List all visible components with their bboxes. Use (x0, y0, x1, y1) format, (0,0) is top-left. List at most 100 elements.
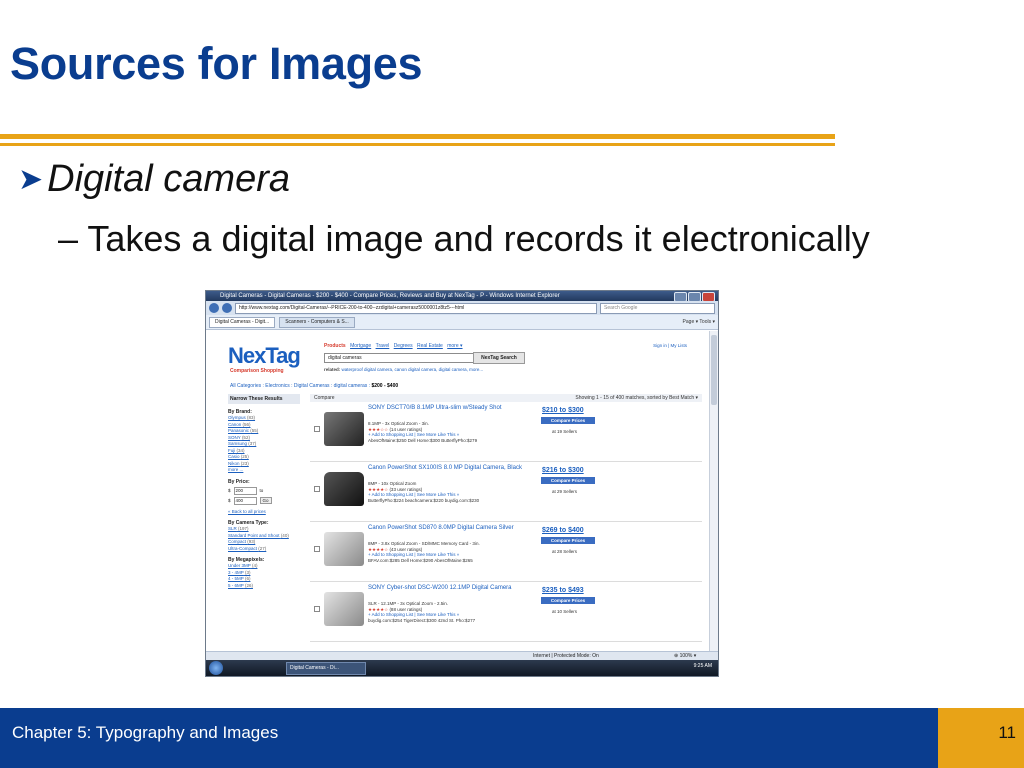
product-nav: Products Mortgage Travel Degrees Real Es… (324, 343, 463, 349)
product-title-link[interactable]: SONY Cyber-shot DSC-W200 12.1MP Digital … (368, 585, 528, 592)
related-label: related: (324, 367, 341, 372)
price-filter-header: By Price: (228, 478, 250, 485)
tab-digital-cameras[interactable]: Digital Cameras - Digit... (209, 316, 276, 328)
back-icon[interactable] (209, 303, 219, 313)
camera-thumbnail[interactable] (324, 592, 364, 626)
vertical-scrollbar[interactable] (709, 331, 718, 651)
result-row: Canon PowerShot SX100IS 8.0 MP Digital C… (310, 462, 702, 522)
tab-bar: Digital Cameras - Digit... Scanners - Co… (206, 315, 718, 330)
nav-link-degrees[interactable]: Degrees (394, 343, 413, 349)
seller-count: at 19 Sellers (552, 429, 578, 434)
close-icon[interactable] (702, 292, 715, 301)
store-prices: BFAV.com:$285 Dell Home:$290 AbesOfMaine… (368, 557, 473, 563)
filter-header: Narrow These Results (228, 394, 300, 404)
related-searches: related: waterproof digital camera, cano… (324, 367, 483, 372)
results-count: Showing 1 - 15 of 400 matches, sorted by… (575, 395, 698, 401)
nav-link-mortgage[interactable]: Mortgage (350, 343, 371, 349)
megapixel-link[interactable]: 5 - 6MP (26) (228, 583, 300, 590)
price-range-link[interactable]: $210 to $300 (542, 407, 584, 414)
windows-taskbar: Digital Cameras - Di... 9:25 AM (206, 660, 718, 676)
filter-sidebar: Narrow These Results By Brand: Olympus (… (228, 394, 300, 644)
go-button[interactable]: Go (259, 497, 272, 504)
breadcrumb-links[interactable]: All Categories : Electronics : Digital C… (230, 383, 370, 389)
brand-more-link[interactable]: more ... (228, 467, 300, 474)
logo-tagline: Comparison Shopping (230, 368, 284, 374)
price-to-input[interactable]: 400 (233, 496, 257, 505)
tab-scanners[interactable]: Scanners - Computers & S... (279, 316, 355, 328)
store-prices: AbesOfMaine:$250 Dell Home:$300 Butterfl… (368, 437, 478, 443)
breadcrumb: All Categories : Electronics : Digital C… (230, 383, 398, 389)
rating-stars-icon: ★★★★☆ (368, 486, 389, 492)
compare-checkbox[interactable] (314, 546, 320, 552)
compare-prices-button[interactable]: Compare Prices (541, 537, 595, 544)
price-from-row: $ 200 to (228, 486, 264, 495)
product-title-link[interactable]: Canon PowerShot SX100IS 8.0 MP Digital C… (368, 465, 528, 472)
store-prices: buydig.com:$254 TigerDirect:$300 42nd St… (368, 617, 476, 623)
nav-link-more[interactable]: more ▾ (447, 343, 462, 349)
title-divider-thin (0, 143, 835, 146)
compare-checkbox[interactable] (314, 486, 320, 492)
result-row: Canon PowerShot SD870 8.0MP Digital Came… (310, 522, 702, 582)
rating-stars-icon: ★★★★☆ (368, 606, 389, 612)
camera-thumbnail[interactable] (324, 472, 364, 506)
arrow-bullet-icon: ➤ (18, 163, 44, 196)
signin-link[interactable]: Sign in | My Lists (653, 343, 687, 348)
minimize-icon[interactable] (674, 292, 687, 301)
store-prices: ButterflyPho:$224 beachcamera:$220 buydi… (368, 497, 480, 503)
results-toolbar: Compare Showing 1 - 15 of 400 matches, s… (310, 394, 702, 402)
bullet-level-2: – Takes a digital image and records it e… (58, 218, 870, 259)
compare-checkbox[interactable] (314, 606, 320, 612)
price-to-row: $ 400 Go (228, 496, 300, 505)
result-row: SONY DSCT70/B 8.1MP Ultra-slim w/Steady … (310, 402, 702, 462)
product-details: 8.1MP - 3x Optical Zoom - 3in. ★★★☆☆ (14… (368, 421, 528, 443)
search-input[interactable]: Search Google (600, 302, 715, 314)
compare-prices-button[interactable]: Compare Prices (541, 417, 595, 424)
seller-count: at 10 Sellers (552, 609, 578, 614)
camera-thumbnail[interactable] (324, 412, 364, 446)
product-search-input[interactable]: digital cameras (324, 353, 474, 363)
compare-prices-button[interactable]: Compare Prices (541, 477, 595, 484)
footer-chapter: Chapter 5: Typography and Images (12, 723, 279, 742)
address-bar: http://www.nextag.com/Digital-Cameras/--… (206, 301, 718, 315)
result-row: SONY Cyber-shot DSC-W200 12.1MP Digital … (310, 582, 702, 642)
results-list: Compare Showing 1 - 15 of 400 matches, s… (310, 394, 702, 642)
product-details: 8MP - 10x Optical Zoom ★★★★☆ (33 user ra… (368, 481, 528, 503)
system-clock: 9:25 AM (693, 663, 712, 669)
title-divider-thick (0, 134, 835, 139)
products-label: Products (324, 343, 346, 349)
taskbar-item-ie[interactable]: Digital Cameras - Di... (286, 662, 366, 675)
bullet-text: Digital camera (47, 158, 291, 200)
product-title-link[interactable]: Canon PowerShot SD870 8.0MP Digital Came… (368, 525, 528, 532)
price-range-link[interactable]: $269 to $400 (542, 527, 584, 534)
product-details: 8MP - 3.8x Optical Zoom - SD/MMC Memory … (368, 541, 528, 563)
nav-link-real-estate[interactable]: Real Estate (417, 343, 443, 349)
related-links[interactable]: waterproof digital camera, canon digital… (342, 367, 484, 372)
maximize-icon[interactable] (688, 292, 701, 301)
type-link[interactable]: Ultra-Compact (27) (228, 546, 300, 553)
compare-prices-button[interactable]: Compare Prices (541, 597, 595, 604)
product-details: SLR - 12.1MP - 3x Optical Zoom - 2.5in. … (368, 601, 528, 623)
price-range-link[interactable]: $216 to $300 (542, 467, 584, 474)
url-field[interactable]: http://www.nextag.com/Digital-Cameras/--… (235, 302, 597, 314)
nextag-logo[interactable]: NexTag (228, 343, 301, 369)
price-range-link[interactable]: $235 to $493 (542, 587, 584, 594)
scrollbar-thumb[interactable] (711, 335, 717, 405)
camera-thumbnail[interactable] (324, 532, 364, 566)
start-button-icon[interactable] (209, 661, 223, 675)
compare-checkbox[interactable] (314, 426, 320, 432)
nav-link-travel[interactable]: Travel (376, 343, 390, 349)
breadcrumb-current: $200 - $400 (371, 383, 399, 389)
forward-icon[interactable] (222, 303, 232, 313)
toolbar-menus[interactable]: Page ▾ Tools ▾ (683, 319, 715, 325)
product-title-link[interactable]: SONY DSCT70/B 8.1MP Ultra-slim w/Steady … (368, 405, 528, 412)
compare-button[interactable]: Compare (314, 394, 335, 402)
bullet-level-1: ➤ Digital camera (18, 158, 290, 201)
page-number: 11 (998, 723, 1016, 742)
price-from-input[interactable]: 200 (233, 486, 257, 495)
window-titlebar: Digital Cameras - Digital Cameras - $200… (206, 291, 718, 301)
slide-title: Sources for Images (10, 38, 423, 89)
seller-count: at 29 Sellers (552, 489, 578, 494)
back-to-prices-link[interactable]: « Back to all prices (228, 509, 300, 516)
webpage: NexTag Comparison Shopping Products Mort… (206, 331, 709, 651)
nextag-search-button[interactable]: NexTag Search (473, 352, 525, 364)
